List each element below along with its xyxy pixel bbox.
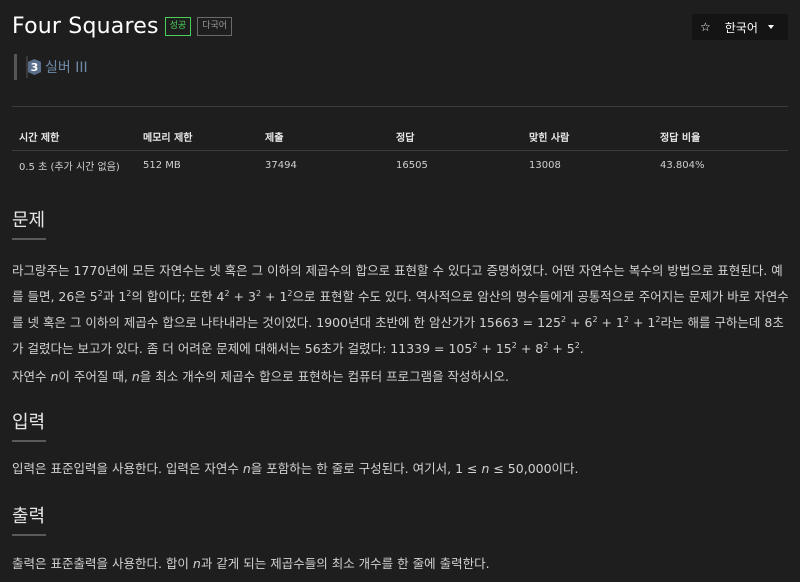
section-title-input: 입력 xyxy=(12,412,46,433)
submissions-value[interactable]: 37494 xyxy=(258,151,389,180)
header-submissions: 제출 xyxy=(258,122,389,151)
header-accept-ratio: 정답 비율 xyxy=(653,122,788,151)
problem-section-heading: 문제 xyxy=(12,206,46,240)
header-time-limit: 시간 제한 xyxy=(12,122,136,151)
problem-header: Four Squares 성공 다국어 xyxy=(12,14,233,39)
problem-tier: 3 실버 III xyxy=(14,54,88,80)
header-accepted: 정답 xyxy=(389,122,522,151)
problem-info-table: 시간 제한 메모리 제한 제출 정답 맞힌 사람 정답 비율 0.5 초 (추가… xyxy=(12,122,788,179)
tier-shield-icon: 3 xyxy=(28,59,41,75)
memory-limit-value: 512 MB xyxy=(143,159,181,171)
section-title-output: 출력 xyxy=(12,506,46,527)
problem-task: 자연수 n이 주어질 때, n을 최소 개수의 제곱수 합으로 표현하는 컴퓨터… xyxy=(12,369,510,384)
star-icon[interactable]: ☆ xyxy=(700,20,711,34)
language-label: 한국어 xyxy=(724,20,758,35)
tier-label[interactable]: 실버 III xyxy=(45,57,88,77)
success-badge[interactable]: 성공 xyxy=(164,17,192,36)
caret-down-icon xyxy=(767,25,774,29)
time-limit-value: 0.5 초 (추가 시간 없음) xyxy=(19,161,120,173)
multilang-badge[interactable]: 다국어 xyxy=(197,17,233,36)
header-memory-limit: 메모리 제한 xyxy=(136,122,258,151)
solved-users-value[interactable]: 13008 xyxy=(522,151,653,180)
divider xyxy=(12,106,788,107)
output-section-heading: 출력 xyxy=(12,502,46,536)
header-solved-users: 맞힌 사람 xyxy=(522,122,653,151)
output-description: 출력은 표준출력을 사용한다. 합이 n과 같게 되는 제곱수들의 최소 개수를… xyxy=(12,556,490,571)
section-title-problem: 문제 xyxy=(12,210,46,231)
table-row: 0.5 초 (추가 시간 없음) 512 MB 37494 16505 1300… xyxy=(12,151,788,180)
input-section-heading: 입력 xyxy=(12,408,46,442)
accept-ratio-value: 43.804% xyxy=(660,159,705,171)
input-description: 입력은 표준입력을 사용한다. 입력은 자연수 n을 포함하는 한 줄로 구성된… xyxy=(12,461,579,476)
problem-title: Four Squares xyxy=(12,14,159,39)
language-selector[interactable]: ☆ 한국어 xyxy=(692,14,788,40)
accepted-value[interactable]: 16505 xyxy=(389,151,522,180)
problem-description: 라그랑주는 1770년에 모든 자연수는 넷 혹은 그 이하의 제곱수의 합으로… xyxy=(12,263,789,356)
